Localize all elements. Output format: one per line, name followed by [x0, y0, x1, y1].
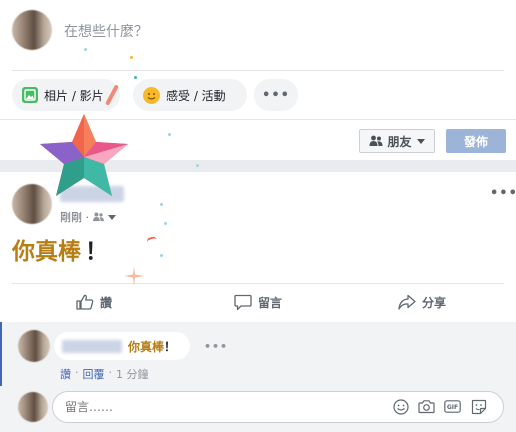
- comment-like-link[interactable]: 讚: [60, 366, 71, 382]
- comment-text: 你真棒！: [128, 338, 176, 355]
- reply-input[interactable]: [63, 399, 387, 415]
- audience-label: 朋友: [387, 134, 412, 149]
- post-button[interactable]: 發佈: [446, 129, 506, 153]
- like-button[interactable]: 讚: [12, 286, 176, 318]
- comment-author-redacted[interactable]: [62, 339, 122, 353]
- svg-text:GIF: GIF: [447, 404, 458, 411]
- post-body-text: 你真棒: [12, 239, 81, 265]
- celebration-star-icon: [40, 114, 128, 196]
- post-time-label: 剛剛 ·: [60, 211, 89, 224]
- sticker-icon[interactable]: [470, 398, 487, 415]
- confetti: [130, 56, 133, 59]
- comment-options-button[interactable]: •••: [204, 340, 228, 353]
- avatar[interactable]: [12, 10, 52, 50]
- post-body: 你真棒！: [12, 232, 108, 266]
- separator: ·: [108, 366, 113, 379]
- confetti: [160, 254, 163, 257]
- comment-button[interactable]: 留言: [176, 286, 340, 318]
- share-label: 分享: [421, 295, 446, 310]
- camera-icon[interactable]: [418, 398, 435, 415]
- comment-reply-link[interactable]: 回覆: [83, 366, 105, 382]
- photo-video-button[interactable]: 相片 / 影片: [12, 79, 120, 111]
- post-body-exclaim: ！: [85, 239, 108, 265]
- post-action-bar: 讚 留言 分享: [12, 286, 504, 318]
- smiley-icon: [143, 86, 160, 104]
- separator: ·: [75, 366, 79, 379]
- divider: [12, 70, 504, 71]
- thumbs-up-icon: [76, 294, 94, 310]
- photo-icon: [22, 87, 38, 103]
- composer-input[interactable]: 在想些什麼？: [64, 21, 148, 41]
- friends-audience-icon: [93, 212, 104, 222]
- confetti: [196, 164, 199, 167]
- confetti: [168, 133, 171, 136]
- emoji-icon[interactable]: [392, 398, 409, 415]
- comment-meta: 讚 · 回覆 · 1 分鐘: [60, 366, 149, 382]
- confetti: [134, 76, 137, 79]
- comment-text-exclaim: ！: [164, 339, 177, 354]
- comment-text-body: 你真棒: [128, 339, 165, 354]
- post-options-button[interactable]: •••: [490, 186, 516, 201]
- confetti: [84, 48, 87, 51]
- like-label: 讚: [99, 295, 112, 310]
- chevron-down-icon: [108, 214, 116, 220]
- gif-icon[interactable]: GIF: [444, 398, 461, 415]
- reply-tools: GIF: [392, 398, 487, 415]
- comment-time[interactable]: 1 分鐘: [116, 366, 149, 382]
- feeling-activity-button[interactable]: 感受 / 活動: [133, 79, 247, 111]
- comment-bubble: 你真棒！: [54, 332, 190, 360]
- share-arrow-icon: [398, 294, 416, 310]
- confetti: [160, 203, 163, 206]
- divider: [12, 283, 504, 284]
- confetti: [164, 222, 167, 225]
- share-button[interactable]: 分享: [340, 286, 504, 318]
- comment-icon: [234, 294, 252, 310]
- avatar[interactable]: [18, 330, 50, 362]
- feeling-activity-label: 感受 / 活動: [166, 88, 226, 103]
- avatar: [18, 392, 48, 422]
- friends-icon: [369, 135, 383, 146]
- post-timestamp[interactable]: 剛剛 ·: [60, 209, 116, 225]
- sparkle-icon: [124, 266, 144, 286]
- comment-label: 留言: [257, 295, 282, 310]
- chevron-down-icon: [416, 138, 425, 144]
- audience-selector[interactable]: 朋友: [359, 129, 435, 153]
- more-options-button[interactable]: •••: [254, 79, 298, 111]
- new-comment-indicator: [0, 322, 2, 386]
- photo-video-label: 相片 / 影片: [44, 88, 104, 103]
